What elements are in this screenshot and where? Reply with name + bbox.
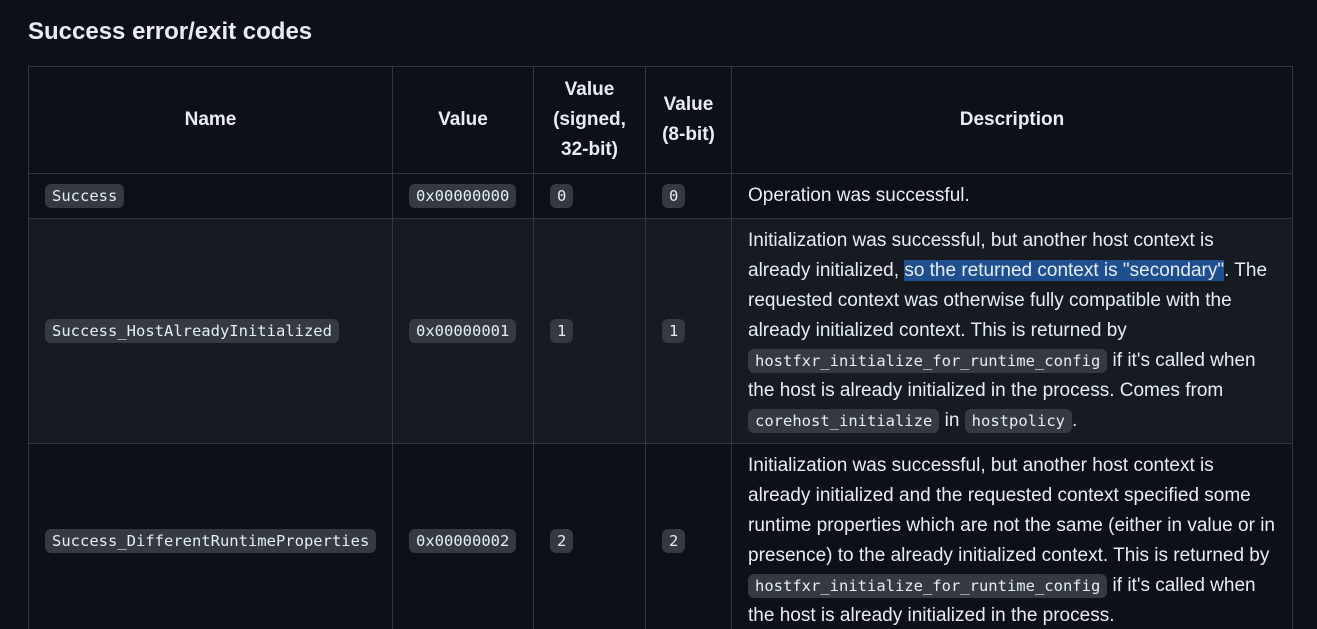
- cell-value: 0x00000002: [392, 443, 534, 629]
- cell-signed: 0: [533, 173, 646, 219]
- code-function: hostfxr_initialize_for_runtime_config: [748, 574, 1108, 598]
- table-row: Success_HostAlreadyInitialized 0x0000000…: [28, 218, 1293, 444]
- table-header-row: Name Value Value (signed, 32-bit) Value …: [28, 66, 1293, 174]
- header-value: Value: [392, 66, 534, 174]
- cell-description: Initialization was successful, but anoth…: [731, 443, 1293, 629]
- header-value-8bit: Value (8-bit): [645, 66, 732, 174]
- table-row: Success_DifferentRuntimeProperties 0x000…: [28, 443, 1293, 629]
- section-heading: Success error/exit codes: [28, 18, 313, 45]
- code-signed: 2: [550, 529, 574, 553]
- code-value: 0x00000002: [409, 529, 517, 553]
- code-signed: 0: [550, 184, 574, 208]
- cell-description: Initialization was successful, but anoth…: [731, 218, 1293, 444]
- code-name: Success: [45, 184, 125, 208]
- cell-value: 0x00000001: [392, 218, 534, 444]
- code-name: Success_HostAlreadyInitialized: [45, 319, 339, 343]
- cell-8bit: 2: [645, 443, 732, 629]
- selected-text: so the returned context is "secondary": [904, 260, 1225, 281]
- cell-8bit: 0: [645, 173, 732, 219]
- code-signed: 1: [550, 319, 574, 343]
- code-library: hostpolicy: [964, 409, 1072, 433]
- code-function: hostfxr_initialize_for_runtime_config: [748, 349, 1108, 373]
- description-text: Initialization was successful, but anoth…: [748, 455, 1275, 566]
- cell-name: Success_DifferentRuntimeProperties: [28, 443, 393, 629]
- cell-name: Success: [28, 173, 393, 219]
- code-8bit: 0: [662, 184, 686, 208]
- cell-value: 0x00000000: [392, 173, 534, 219]
- table-row: Success 0x00000000 0 0 Operation was suc…: [28, 173, 1293, 219]
- cell-signed: 2: [533, 443, 646, 629]
- code-value: 0x00000001: [409, 319, 517, 343]
- header-description: Description: [731, 66, 1293, 174]
- code-8bit: 2: [662, 529, 686, 553]
- cell-description: Operation was successful.: [731, 173, 1293, 219]
- cell-name: Success_HostAlreadyInitialized: [28, 218, 393, 444]
- code-8bit: 1: [662, 319, 686, 343]
- code-value: 0x00000000: [409, 184, 517, 208]
- header-value-signed: Value (signed, 32-bit): [533, 66, 646, 174]
- description-text: in: [939, 410, 965, 431]
- cell-8bit: 1: [645, 218, 732, 444]
- description-text: Operation was successful.: [748, 185, 970, 206]
- header-name: Name: [28, 66, 393, 174]
- exit-codes-table: Name Value Value (signed, 32-bit) Value …: [28, 66, 1293, 629]
- description-text: .: [1072, 410, 1078, 431]
- code-name: Success_DifferentRuntimeProperties: [45, 529, 377, 553]
- cell-signed: 1: [533, 218, 646, 444]
- code-function: corehost_initialize: [748, 409, 940, 433]
